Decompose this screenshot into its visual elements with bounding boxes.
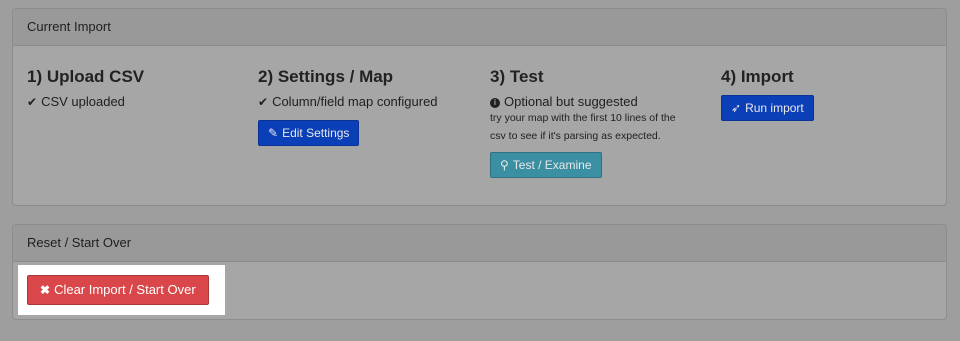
clear-import-label: Clear Import / Start Over [54,282,196,297]
run-import-button[interactable]: ➶ Run import [721,95,814,121]
step-upload-csv: 1) Upload CSV ✔ CSV uploaded [27,67,144,109]
test-examine-label: Test / Examine [512,158,592,172]
step-import-title: 4) Import [721,67,794,86]
rocket-icon: ➶ [731,101,742,115]
edit-settings-label: Edit Settings [282,126,350,140]
step-test-title: 3) Test [490,67,544,86]
step-settings-map-status: ✔ Column/field map configured [258,94,438,109]
check-icon: ✔ [27,95,38,109]
current-import-panel: Current Import 1) Upload CSV ✔ CSV upload… [12,8,947,206]
clear-import-button[interactable]: ✖ Clear Import / Start Over [27,275,209,305]
settings-status-text: Column/field map configured [272,94,438,109]
upload-status-text: CSV uploaded [41,94,125,109]
step-settings-map-title: 2) Settings / Map [258,67,394,86]
current-import-heading: Current Import [13,9,946,46]
step-test: 3) Test i Optional but suggested try your… [490,67,676,178]
test-note-line-2: csv to see if it's parsing as expected. [490,130,661,142]
check-icon: ✔ [258,95,269,109]
clear-import-highlight: ✖ Clear Import / Start Over [18,265,225,315]
edit-icon: ✎ [268,126,279,140]
step-upload-csv-status: ✔ CSV uploaded [27,94,144,109]
test-note-line-1: try your map with the first 10 lines of … [490,112,676,124]
reset-heading: Reset / Start Over [13,225,946,262]
step-upload-csv-title: 1) Upload CSV [27,67,145,86]
run-import-label: Run import [745,101,804,115]
search-icon: ⚲ [500,158,509,172]
close-icon: ✖ [40,283,51,297]
step-settings-map: 2) Settings / Map ✔ Column/field map conf… [258,67,438,146]
info-icon: i [490,98,500,108]
step-import: 4) Import ➶ Run import [721,67,814,121]
edit-settings-button[interactable]: ✎ Edit Settings [258,120,360,146]
test-status-text: Optional but suggested [504,94,638,109]
test-examine-button[interactable]: ⚲ Test / Examine [490,152,602,178]
step-test-status: i Optional but suggested [490,94,676,109]
